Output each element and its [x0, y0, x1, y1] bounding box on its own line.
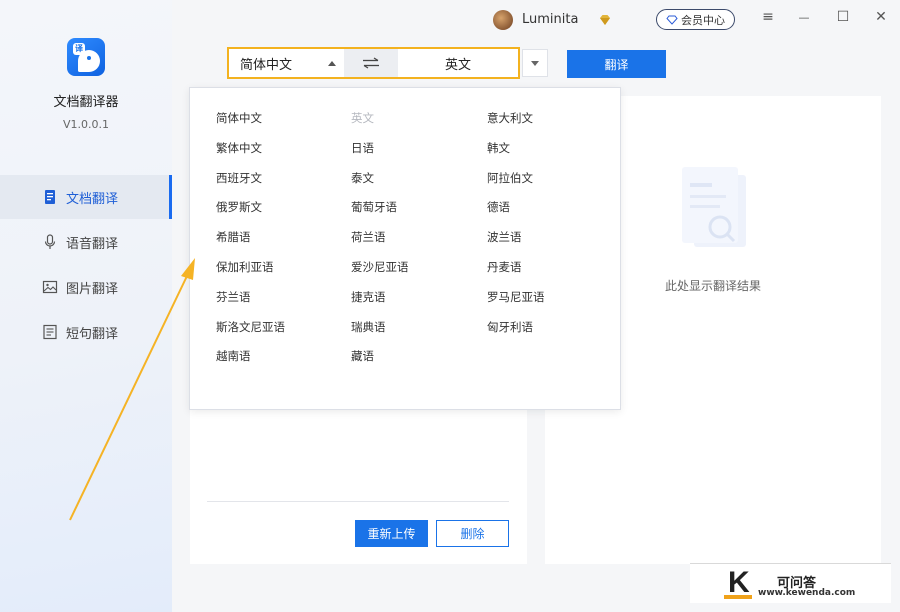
language-option[interactable]: 阿拉伯文 — [487, 170, 545, 200]
bird-eye — [87, 56, 91, 60]
caret-up-icon — [328, 61, 336, 66]
language-option[interactable]: 希腊语 — [216, 229, 285, 259]
target-language-select[interactable]: 英文 — [398, 49, 518, 77]
language-option[interactable]: 西班牙文 — [216, 170, 285, 200]
watermark: K 可问答 www.kewenda.com — [690, 563, 891, 603]
language-option[interactable]: 藏语 — [351, 348, 409, 378]
sidebar-item-label: 文档翻译 — [66, 191, 119, 207]
diamond-icon — [666, 15, 678, 25]
language-option[interactable]: 意大利文 — [487, 110, 545, 140]
language-option[interactable]: 日语 — [351, 140, 409, 170]
language-option[interactable]: 斯洛文尼亚语 — [216, 319, 285, 349]
reupload-button[interactable]: 重新上传 — [355, 520, 428, 547]
swap-languages-button[interactable] — [344, 49, 398, 77]
chevron-down-icon — [531, 60, 539, 66]
divider — [207, 501, 509, 502]
image-icon — [42, 279, 58, 295]
language-option[interactable]: 繁体中文 — [216, 140, 285, 170]
language-dropdown-menu: 简体中文 繁体中文 西班牙文 俄罗斯文 希腊语 保加利亚语 芬兰语 斯洛文尼亚语… — [189, 87, 621, 410]
language-option[interactable]: 越南语 — [216, 348, 285, 378]
sidebar: 译 文档翻译器 V1.0.0.1 文档翻译 语音翻译 图片翻译 短句翻译 — [0, 0, 172, 612]
microphone-icon — [42, 234, 58, 250]
language-option[interactable]: 荷兰语 — [351, 229, 409, 259]
text-lines-icon — [42, 324, 58, 340]
menu-icon[interactable]: ≡ — [760, 9, 776, 25]
language-option[interactable]: 泰文 — [351, 170, 409, 200]
language-option[interactable]: 俄罗斯文 — [216, 199, 285, 229]
language-option[interactable]: 瑞典语 — [351, 319, 409, 349]
sidebar-item-label: 图片翻译 — [66, 281, 119, 297]
language-column-1: 简体中文 繁体中文 西班牙文 俄罗斯文 希腊语 保加利亚语 芬兰语 斯洛文尼亚语… — [216, 110, 285, 378]
sidebar-item-label: 短句翻译 — [66, 326, 119, 342]
watermark-bar — [724, 595, 752, 599]
language-option[interactable]: 爱沙尼亚语 — [351, 259, 409, 289]
language-option[interactable]: 芬兰语 — [216, 289, 285, 319]
member-center-button[interactable]: 会员中心 — [656, 9, 735, 30]
language-column-3: 意大利文 韩文 阿拉伯文 德语 波兰语 丹麦语 罗马尼亚语 匈牙利语 — [487, 110, 545, 348]
language-option[interactable]: 韩文 — [487, 140, 545, 170]
swap-icon — [363, 57, 379, 69]
sidebar-item-document-translate[interactable]: 文档翻译 — [0, 175, 172, 219]
language-option[interactable]: 葡萄牙语 — [351, 199, 409, 229]
language-option-disabled: 英文 — [351, 111, 374, 125]
vip-diamond-icon — [598, 13, 612, 27]
delete-button[interactable]: 删除 — [436, 520, 509, 547]
language-option[interactable]: 捷克语 — [351, 289, 409, 319]
language-option[interactable]: 简体中文 — [216, 110, 285, 140]
member-center-label: 会员中心 — [681, 13, 725, 27]
sidebar-item-voice-translate[interactable]: 语音翻译 — [0, 220, 172, 264]
target-language-dropdown[interactable] — [522, 49, 548, 77]
language-option[interactable]: 保加利亚语 — [216, 259, 285, 289]
document-search-icon — [676, 163, 756, 263]
document-icon — [42, 189, 58, 205]
language-option[interactable]: 匈牙利语 — [487, 319, 545, 349]
language-option[interactable]: 丹麦语 — [487, 259, 545, 289]
app-name: 文档翻译器 — [53, 95, 119, 110]
watermark-url: www.kewenda.com — [758, 588, 856, 598]
source-language-label: 简体中文 — [240, 57, 293, 73]
close-icon[interactable]: ✕ — [873, 9, 889, 25]
language-option[interactable]: 罗马尼亚语 — [487, 289, 545, 319]
username[interactable]: Luminita — [522, 12, 578, 27]
language-option[interactable]: 德语 — [487, 199, 545, 229]
app-version: V1.0.0.1 — [62, 118, 109, 131]
language-selector: 简体中文 英文 — [227, 47, 520, 79]
maximize-icon[interactable]: ☐ — [835, 9, 851, 25]
source-language-select[interactable]: 简体中文 — [229, 49, 344, 77]
language-option[interactable]: 波兰语 — [487, 229, 545, 259]
sidebar-item-sentence-translate[interactable]: 短句翻译 — [0, 310, 172, 354]
app-logo-icon: 译 — [67, 38, 105, 76]
sidebar-item-label: 语音翻译 — [66, 236, 119, 252]
language-column-2: 英文 日语 泰文 葡萄牙语 荷兰语 爱沙尼亚语 捷克语 瑞典语 藏语 — [351, 110, 409, 378]
bird-shape — [78, 50, 100, 72]
translate-button[interactable]: 翻译 — [567, 50, 666, 78]
avatar[interactable] — [493, 10, 513, 30]
sidebar-item-image-translate[interactable]: 图片翻译 — [0, 265, 172, 309]
minimize-icon[interactable]: — — [796, 9, 812, 25]
target-language-label: 英文 — [444, 57, 471, 73]
